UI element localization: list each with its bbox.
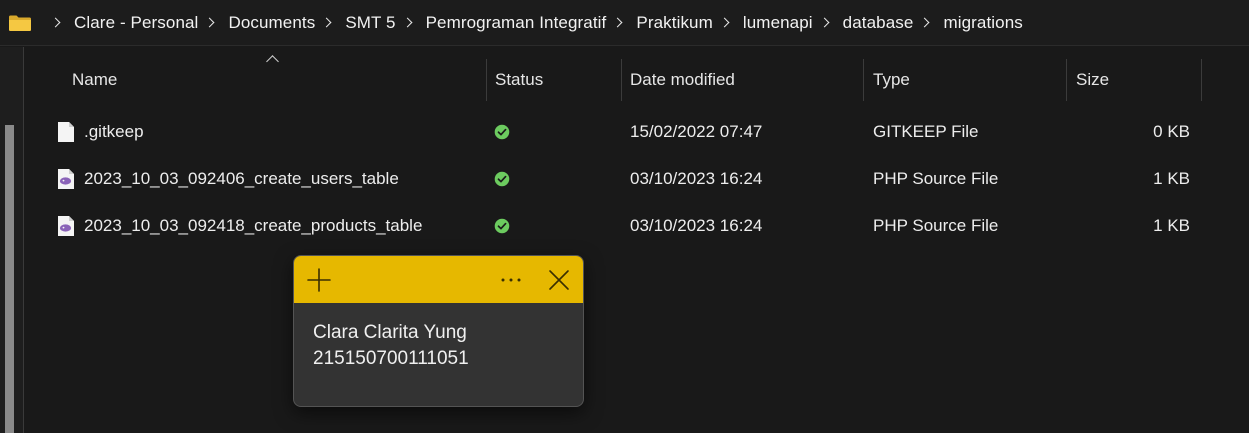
column-header-status[interactable]: Status (495, 59, 543, 101)
file-size: 1 KB (1153, 169, 1190, 188)
table-row[interactable]: 2023_10_03_092418_create_products_table … (24, 204, 1249, 248)
table-row[interactable]: .gitkeep 15/02/2022 07:47 GITKEEP File 0… (24, 110, 1249, 154)
column-resize-handle[interactable] (1201, 59, 1202, 101)
file-name[interactable]: .gitkeep (84, 110, 144, 154)
file-list: Name Status Date modified Type Size .git… (24, 47, 1249, 433)
file-type: GITKEEP File (873, 122, 979, 141)
close-icon[interactable] (547, 268, 571, 292)
plus-icon[interactable] (306, 267, 332, 293)
chevron-right-icon[interactable] (612, 17, 623, 28)
navigation-scrollbar[interactable] (5, 125, 14, 433)
file-date-modified: 03/10/2023 16:24 (630, 216, 763, 235)
column-header-name[interactable]: Name (72, 59, 117, 101)
php-file-icon (57, 215, 75, 237)
breadcrumb-label[interactable]: SMT 5 (345, 13, 395, 33)
php-file-icon (57, 168, 75, 190)
file-name[interactable]: 2023_10_03_092418_create_products_table (84, 204, 422, 248)
chevron-right-icon[interactable] (321, 17, 332, 28)
breadcrumb-label[interactable]: migrations (943, 13, 1022, 33)
sticky-note[interactable]: Clara Clarita Yung 215150700111051 (293, 255, 584, 407)
chevron-right-icon[interactable] (50, 17, 61, 28)
sticky-note-line[interactable]: Clara Clarita Yung (313, 320, 573, 346)
synced-check-icon (494, 171, 510, 187)
file-name[interactable]: 2023_10_03_092406_create_users_table (84, 157, 399, 201)
column-resize-handle[interactable] (1066, 59, 1067, 101)
blank-file-icon (57, 121, 75, 143)
sticky-note-line[interactable]: 215150700111051 (313, 346, 573, 372)
column-resize-handle[interactable] (621, 59, 622, 101)
file-size: 1 KB (1153, 216, 1190, 235)
file-date-modified: 15/02/2022 07:47 (630, 122, 763, 141)
file-size: 0 KB (1153, 122, 1190, 141)
breadcrumb-label[interactable]: Clare - Personal (74, 13, 198, 33)
synced-check-icon (494, 218, 510, 234)
breadcrumb-item-praktikum[interactable]: Praktikum (606, 13, 713, 33)
breadcrumb-item-clare-personal[interactable]: Clare - Personal (44, 13, 198, 33)
breadcrumb-label[interactable]: Praktikum (636, 13, 712, 33)
file-type: PHP Source File (873, 169, 999, 188)
breadcrumb-item-lumenapi[interactable]: lumenapi (713, 13, 813, 33)
breadcrumb-label[interactable]: Documents (228, 13, 315, 33)
column-header-size[interactable]: Size (1076, 59, 1109, 101)
file-date-modified: 03/10/2023 16:24 (630, 169, 763, 188)
breadcrumb: Clare - Personal Documents SMT 5 Pemrogr… (0, 0, 1249, 46)
breadcrumb-item-smt-5[interactable]: SMT 5 (315, 13, 395, 33)
column-header-row: Name Status Date modified Type Size (24, 55, 1249, 101)
chevron-right-icon[interactable] (919, 17, 930, 28)
breadcrumb-item-documents[interactable]: Documents (198, 13, 315, 33)
ellipsis-icon[interactable] (498, 271, 524, 289)
sticky-note-title-bar[interactable] (294, 256, 583, 303)
sort-ascending-icon (266, 55, 279, 68)
chevron-right-icon[interactable] (204, 17, 215, 28)
breadcrumb-item-migrations[interactable]: migrations (913, 13, 1023, 33)
breadcrumb-label[interactable]: lumenapi (743, 13, 813, 33)
breadcrumb-label[interactable]: database (843, 13, 914, 33)
sticky-note-text[interactable]: Clara Clarita Yung 215150700111051 (313, 320, 573, 372)
file-explorer-window: Clare - Personal Documents SMT 5 Pemrogr… (0, 0, 1249, 433)
synced-check-icon (494, 124, 510, 140)
breadcrumb-item-pemrograman-integratif[interactable]: Pemrograman Integratif (396, 13, 607, 33)
chevron-right-icon[interactable] (819, 17, 830, 28)
breadcrumb-label[interactable]: Pemrograman Integratif (426, 13, 607, 33)
file-type: PHP Source File (873, 216, 999, 235)
table-row[interactable]: 2023_10_03_092406_create_users_table 03/… (24, 157, 1249, 201)
column-header-date-modified[interactable]: Date modified (630, 59, 735, 101)
column-resize-handle[interactable] (486, 59, 487, 101)
column-resize-handle[interactable] (863, 59, 864, 101)
chevron-right-icon[interactable] (719, 17, 730, 28)
chevron-right-icon[interactable] (402, 17, 413, 28)
folder-icon[interactable] (8, 14, 32, 32)
breadcrumb-item-database[interactable]: database (813, 13, 914, 33)
column-header-type[interactable]: Type (873, 59, 910, 101)
